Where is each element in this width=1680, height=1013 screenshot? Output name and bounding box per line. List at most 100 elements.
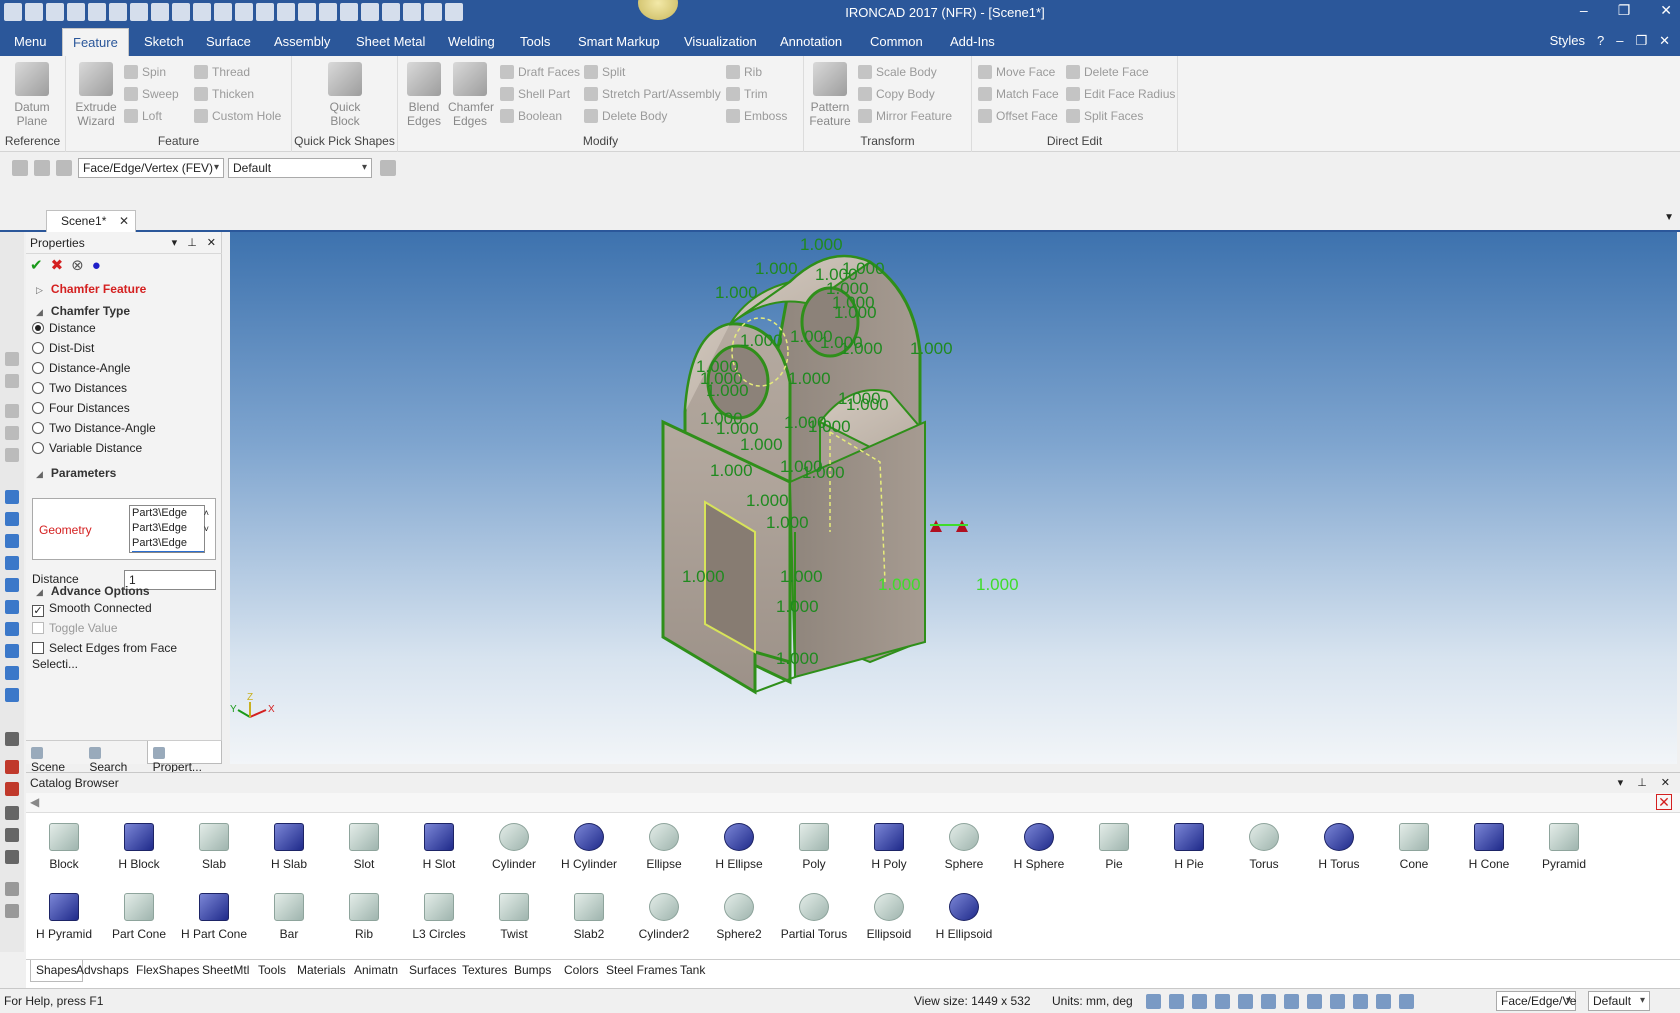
match-face-button[interactable]: Match Face <box>978 84 1059 104</box>
stretch-part-button[interactable]: Stretch Part/Assembly <box>584 84 721 104</box>
help-button[interactable]: ? <box>1597 33 1604 49</box>
radio-distance[interactable]: Distance <box>32 320 96 336</box>
quick-block-button[interactable]: Quick Block <box>323 62 367 128</box>
close-button[interactable]: ✕ <box>1660 2 1672 19</box>
tool-icon[interactable] <box>5 352 19 366</box>
3d-viewport[interactable]: 1.000 1.000 1.000 1.000 1.000 1.000 1.00… <box>230 232 1677 764</box>
dimension-label[interactable]: 1.000 <box>976 575 1019 594</box>
cancel-x-icon[interactable]: ✖ <box>51 258 64 274</box>
catalog-item-ellipsoid[interactable]: Ellipsoid <box>851 893 927 941</box>
catalog-tab-textures[interactable]: Textures <box>462 963 507 977</box>
catalog-tab-sheetmtl[interactable]: SheetMtl <box>202 963 249 977</box>
geometry-scrollbar[interactable]: ˄ ˅ <box>204 505 209 537</box>
styles-menu[interactable]: Styles <box>1550 33 1585 49</box>
catalog-item-pie[interactable]: Pie <box>1076 823 1152 871</box>
tool-icon[interactable] <box>5 374 19 388</box>
ribbon-minimize-button[interactable]: – <box>1616 33 1623 49</box>
dimension-label[interactable]: 1.000 <box>846 395 889 414</box>
view-icon[interactable] <box>5 688 19 702</box>
dimension-label[interactable]: 1.000 <box>780 567 823 586</box>
radio-four-distances[interactable]: Four Distances <box>32 400 130 416</box>
display-icon[interactable] <box>1330 994 1345 1009</box>
dimension-label[interactable]: 1.000 <box>746 491 789 510</box>
view-icon[interactable] <box>5 534 19 548</box>
dimension-label[interactable]: 1.000 <box>682 567 725 586</box>
select-pointer-icon[interactable] <box>34 160 50 176</box>
dimension-label[interactable]: 1.000 <box>710 461 753 480</box>
status-filter-dropdown[interactable]: Face/Edge/Ve <box>1496 991 1576 1011</box>
tool-icon[interactable] <box>5 760 19 774</box>
radio-two-distance-angle[interactable]: Two Distance-Angle <box>32 420 156 436</box>
tab-feature[interactable]: Feature <box>62 28 129 56</box>
chamfer-edges-button[interactable]: Chamfer Edges <box>448 62 494 128</box>
tab-tools[interactable]: Tools <box>520 34 550 49</box>
tool-icon[interactable] <box>5 448 19 462</box>
catalog-item-sphere[interactable]: Sphere <box>926 823 1002 871</box>
catalog-tab-tank[interactable]: Tank <box>680 963 705 977</box>
view-icon[interactable] <box>5 578 19 592</box>
dimension-label[interactable]: 1.000 <box>755 259 798 278</box>
catalog-item-slot[interactable]: Slot <box>326 823 402 871</box>
dimension-label[interactable]: 1.000 <box>878 575 921 594</box>
catalog-item-block[interactable]: Block <box>26 823 102 871</box>
catalog-tab-advshaps[interactable]: Advshaps <box>76 963 129 977</box>
catalog-item-h-ellipsoid[interactable]: H Ellipsoid <box>926 893 1002 941</box>
catalog-tab-steel-frames[interactable]: Steel Frames <box>606 963 677 977</box>
custom-hole-button[interactable]: Custom Hole <box>194 106 281 126</box>
dimension-label[interactable]: 1.000 <box>840 339 883 358</box>
view-icon[interactable] <box>5 556 19 570</box>
sweep-button[interactable]: Sweep <box>124 84 179 104</box>
restore-button[interactable]: ❐ <box>1618 2 1631 19</box>
pin-icon[interactable]: ⊥ <box>187 232 197 254</box>
dimension-label[interactable]: 1.000 <box>740 435 783 454</box>
move-face-button[interactable]: Move Face <box>978 62 1055 82</box>
catalog-item-h-slot[interactable]: H Slot <box>401 823 477 871</box>
standard-views-icon[interactable] <box>1215 994 1230 1009</box>
tab-annotation[interactable]: Annotation <box>780 34 842 49</box>
catalog-item-ellipse[interactable]: Ellipse <box>626 823 702 871</box>
minimize-button[interactable]: – <box>1580 2 1588 19</box>
tab-scene[interactable]: Scene <box>26 741 84 774</box>
catalog-tab-shapes[interactable]: Shapes <box>30 960 83 982</box>
feature-name-header[interactable]: ▷ Chamfer Feature <box>36 282 146 296</box>
catalog-item-torus[interactable]: Torus <box>1226 823 1302 871</box>
rib-button[interactable]: Rib <box>726 62 762 82</box>
radio-distance-angle[interactable]: Distance-Angle <box>32 360 130 376</box>
light-icon[interactable] <box>1353 994 1368 1009</box>
edit-face-radius-button[interactable]: Edit Face Radius <box>1066 84 1175 104</box>
dimension-label[interactable]: 1.000 <box>842 259 885 278</box>
ok-check-icon[interactable]: ✔ <box>30 258 43 274</box>
tool-icon[interactable] <box>5 404 19 418</box>
catalog-tab-bumps[interactable]: Bumps <box>514 963 551 977</box>
tool-icon[interactable] <box>5 882 19 896</box>
tab-menu[interactable]: Menu <box>14 34 47 49</box>
catalog-item-h-torus[interactable]: H Torus <box>1301 823 1377 871</box>
select-filter-icon[interactable] <box>56 160 72 176</box>
drag-handle[interactable] <box>930 520 968 532</box>
close-tab-icon[interactable]: ✕ <box>119 211 129 231</box>
view-icon[interactable] <box>5 512 19 526</box>
view-icon[interactable] <box>5 490 19 504</box>
catalog-item-slab[interactable]: Slab <box>176 823 252 871</box>
boolean-button[interactable]: Boolean <box>500 106 562 126</box>
dimension-label[interactable]: 1.000 <box>834 303 877 322</box>
dimension-label[interactable]: 1.000 <box>766 513 809 532</box>
trim-button[interactable]: Trim <box>726 84 768 104</box>
part-model-drawing[interactable]: 1.000 1.000 1.000 1.000 1.000 1.000 1.00… <box>230 232 1677 764</box>
thicken-button[interactable]: Thicken <box>194 84 254 104</box>
view-icon[interactable] <box>5 622 19 636</box>
select-icon[interactable] <box>1399 994 1414 1009</box>
spin-button[interactable]: Spin <box>124 62 166 82</box>
tab-add-ins[interactable]: Add-Ins <box>950 34 995 49</box>
tab-sketch[interactable]: Sketch <box>144 34 184 49</box>
catalog-item-h-sphere[interactable]: H Sphere <box>1001 823 1077 871</box>
tab-visualization[interactable]: Visualization <box>684 34 757 49</box>
ribbon-restore-button[interactable]: ❐ <box>1635 33 1647 49</box>
tab-common[interactable]: Common <box>870 34 923 49</box>
catalog-tab-surfaces[interactable]: Surfaces <box>409 963 456 977</box>
catalog-item-cone[interactable]: Cone <box>1376 823 1452 871</box>
catalog-item-h-cone[interactable]: H Cone <box>1451 823 1527 871</box>
dimension-label[interactable]: 1.000 <box>776 649 819 668</box>
view-icon[interactable] <box>5 644 19 658</box>
catalog-tab-colors[interactable]: Colors <box>564 963 599 977</box>
